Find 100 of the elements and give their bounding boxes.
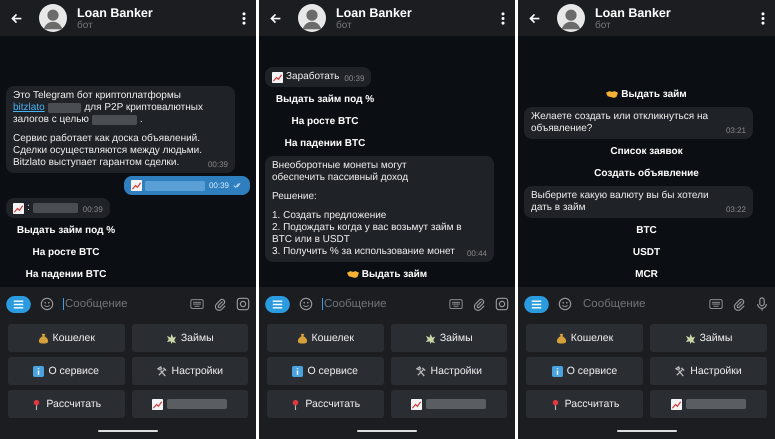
inline-button[interactable]: USDT — [524, 243, 769, 262]
keyboard-button[interactable]: О сервисе — [8, 357, 124, 385]
chat-subtitle: бот — [77, 20, 94, 30]
chat-title: Loan Banker — [336, 6, 413, 20]
keyboard-icon[interactable] — [449, 297, 463, 311]
camera-icon[interactable] — [236, 297, 250, 311]
message-text: 2. Подождать когда у вас возьмут займ в BTC или в USDT — [272, 222, 462, 246]
message-text: Сервис работает как доска объявлений. Сделки осуществляются между людьми. Bitzlato выступает гарантом сделки. — [13, 133, 203, 169]
keyboard-icon[interactable] — [709, 297, 723, 311]
message-text: Желаете создать или откликнуться на объявление? — [531, 111, 710, 135]
tools-icon — [156, 366, 168, 376]
inline-button[interactable]: На падении BTC — [6, 265, 126, 284]
keyboard-button[interactable]: Рассчитать — [8, 390, 124, 418]
message-text: Внеоборотные монеты могут обеспечить пассивный доход — [272, 160, 410, 184]
home-indicator — [616, 430, 676, 432]
message-link[interactable]: bitzlato — [13, 102, 45, 114]
avatar-icon[interactable] — [298, 4, 326, 32]
inline-button[interactable]: BTC — [524, 221, 769, 240]
message-input[interactable]: Сообщение — [581, 298, 700, 310]
inline-button[interactable]: Выдать займ под % — [6, 221, 126, 240]
message-time: 00:39 — [208, 181, 229, 190]
message-time: 00:39 — [344, 74, 364, 83]
inline-button[interactable]: Выдать займ под % — [265, 90, 385, 109]
message-text: 1. Создать предложение — [272, 210, 388, 222]
keyboard-button[interactable]: Настройки — [132, 357, 248, 385]
inline-button[interactable]: Список заявок — [524, 142, 769, 161]
blurred-text — [92, 115, 137, 125]
inline-button[interactable]: Выдать займ — [524, 85, 769, 104]
tools-icon — [675, 366, 686, 376]
message-input[interactable]: Сообщение — [322, 298, 440, 310]
message-text: Решение: — [272, 191, 318, 203]
keyboard-button[interactable]: Займы — [132, 324, 248, 352]
chat-title: Loan Banker — [595, 6, 672, 20]
money-bag-icon — [38, 332, 49, 344]
keyboard-button[interactable]: Рассчитать — [526, 390, 643, 418]
blurred-text — [32, 203, 78, 213]
keyboard-button[interactable]: О сервисе — [526, 357, 643, 385]
message-time: 03:22 — [726, 205, 746, 214]
chat-subtitle: бот — [336, 20, 353, 30]
message-text: : — [27, 202, 30, 214]
message-time: 03:21 — [726, 126, 746, 135]
keyboard-icon[interactable] — [190, 297, 204, 311]
money-bag-icon — [296, 332, 308, 344]
inline-button[interactable]: На падении BTC — [265, 134, 385, 153]
message-text: залогов с целью — [13, 114, 89, 126]
attachment-icon[interactable] — [732, 297, 746, 311]
blurred-text — [144, 180, 205, 190]
more-options-icon[interactable] — [242, 12, 246, 24]
keyboard-button[interactable]: Настройки — [650, 357, 767, 385]
message-time: 00:39 — [208, 160, 228, 169]
message-text: 3. Получить % за использование монет — [272, 246, 456, 258]
emoji-icon[interactable] — [40, 297, 54, 311]
inline-button[interactable]: Выдать займ — [265, 265, 509, 284]
keyboard-button[interactable]: Кошелек — [267, 324, 384, 352]
avatar-icon[interactable] — [39, 4, 67, 32]
chat-subtitle: бот — [595, 20, 612, 30]
keyboard-button[interactable]: О сервисе — [267, 357, 384, 385]
keyboard-button[interactable]: Кошелек — [526, 324, 643, 352]
attachment-icon[interactable] — [472, 297, 486, 311]
microphone-icon[interactable] — [755, 297, 769, 311]
more-options-icon[interactable] — [761, 12, 765, 24]
menu-button[interactable] — [524, 296, 549, 312]
message-time: 00:44 — [466, 249, 487, 258]
keyboard-button[interactable]: Займы — [650, 324, 767, 352]
back-arrow-icon[interactable] — [528, 12, 541, 24]
emoji-icon[interactable] — [299, 297, 313, 311]
message-time: 00:39 — [82, 205, 103, 214]
message-text: Заработать — [286, 71, 340, 83]
keyboard-button[interactable]: Займы — [390, 324, 507, 352]
attachment-icon[interactable] — [213, 297, 227, 311]
message-input[interactable]: Сообщение — [63, 298, 181, 310]
chart-icon — [130, 180, 142, 191]
message-text: Это Telegram бот криптоплатформы — [13, 90, 181, 102]
info-icon — [33, 366, 44, 376]
chart-icon — [272, 72, 283, 82]
keyboard-button[interactable] — [390, 390, 507, 418]
money-bag-icon — [556, 332, 567, 344]
blurred-text — [48, 103, 82, 113]
message-text: Выберите какую валюту вы бы хотели дать в займ — [531, 190, 710, 214]
keyboard-button[interactable]: Кошелек — [8, 324, 124, 352]
more-options-icon[interactable] — [501, 12, 505, 24]
message-text: . — [140, 114, 143, 126]
info-icon — [292, 366, 304, 376]
inline-button[interactable]: На росте BTC — [6, 243, 126, 262]
avatar-icon[interactable] — [557, 4, 585, 32]
menu-button[interactable] — [6, 296, 31, 312]
back-arrow-icon[interactable] — [269, 12, 282, 24]
menu-button[interactable] — [265, 296, 290, 312]
inline-button[interactable]: На росте BTC — [265, 112, 385, 131]
keyboard-button[interactable] — [132, 390, 248, 418]
keyboard-button[interactable]: Настройки — [390, 357, 507, 385]
camera-icon[interactable] — [495, 297, 509, 311]
keyboard-button[interactable] — [650, 390, 767, 418]
inline-button[interactable]: MCR — [524, 265, 769, 284]
message-text: для P2P криптовалютных — [84, 102, 203, 114]
tools-icon — [416, 366, 426, 376]
emoji-icon[interactable] — [558, 297, 572, 311]
back-arrow-icon[interactable] — [10, 12, 23, 24]
inline-button[interactable]: Создать объявление — [524, 164, 769, 183]
keyboard-button[interactable]: Рассчитать — [267, 390, 384, 418]
